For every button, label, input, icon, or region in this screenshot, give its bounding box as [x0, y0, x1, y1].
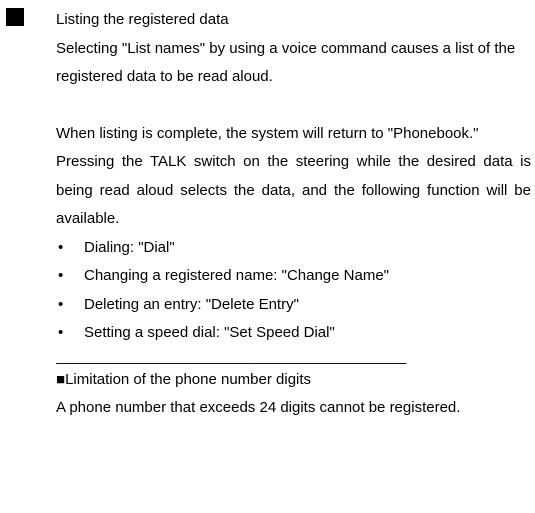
limitation-body: A phone number that exceeds 24 digits ca… — [56, 394, 531, 423]
spacer — [56, 92, 531, 120]
talk-switch-paragraph: Pressing the TALK switch on the steering… — [56, 148, 531, 234]
square-icon: ■ — [56, 371, 65, 388]
after-listing-paragraph: When listing is complete, the system wil… — [56, 120, 531, 149]
intro-paragraph: Selecting "List names" by using a voice … — [56, 35, 531, 92]
limitation-heading: ■Limitation of the phone number digits — [56, 366, 531, 395]
list-item: Changing a registered name: "Change Name… — [56, 262, 531, 291]
list-item: Setting a speed dial: "Set Speed Dial" — [56, 319, 531, 348]
list-item: Deleting an entry: "Delete Entry" — [56, 291, 531, 320]
limitation-heading-text: Limitation of the phone number digits — [65, 371, 311, 388]
heading-listing: Listing the registered data — [56, 6, 531, 35]
divider-line: ________________________________________… — [56, 348, 531, 366]
function-list: Dialing: "Dial" Changing a registered na… — [56, 234, 531, 348]
list-item: Dialing: "Dial" — [56, 234, 531, 263]
section-marker — [6, 8, 24, 26]
document-content: Listing the registered data Selecting "L… — [0, 0, 535, 423]
